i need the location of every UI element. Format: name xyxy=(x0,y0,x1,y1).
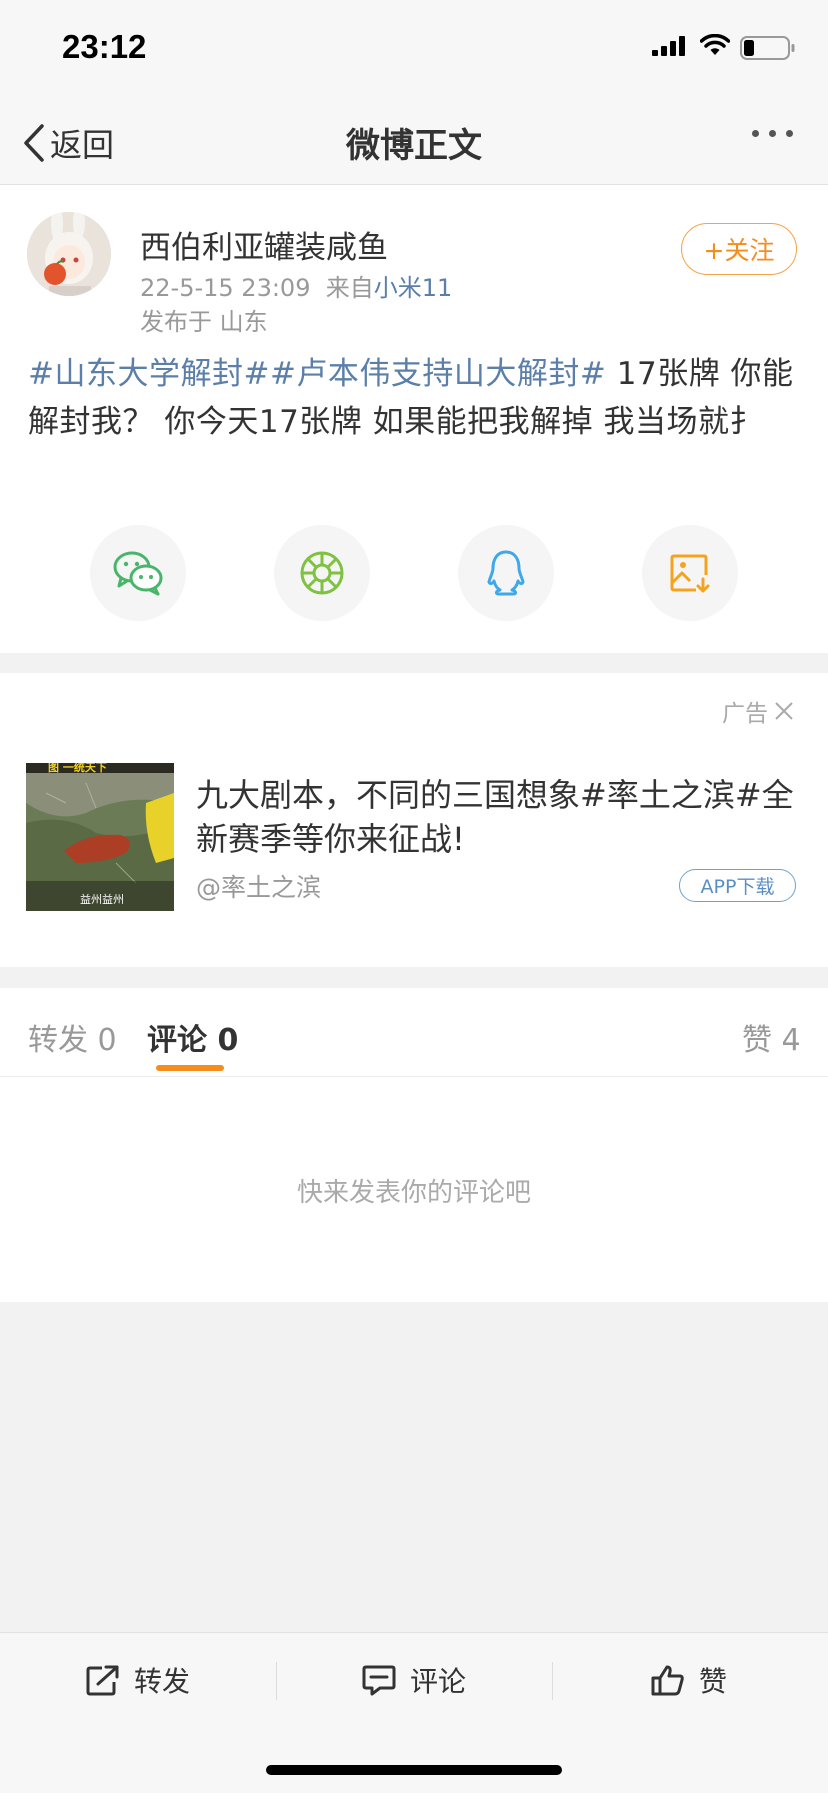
tab-repost[interactable]: 转发 0 xyxy=(28,1015,117,1059)
moments-icon xyxy=(300,551,344,595)
hashtag-link[interactable]: #山东大学解封# xyxy=(28,356,270,392)
save-image-button[interactable] xyxy=(642,525,738,621)
ad-author[interactable]: @率土之滨 xyxy=(196,868,321,904)
username[interactable]: 西伯利亚罐装咸鱼 xyxy=(140,222,388,267)
like-label: 赞 xyxy=(699,1665,728,1698)
tab-bar xyxy=(0,988,828,1077)
more-button[interactable] xyxy=(752,130,793,137)
battery-icon xyxy=(740,36,795,60)
ad-image-banner: 图 一统天下 xyxy=(48,763,107,774)
share-wechat-button[interactable] xyxy=(90,525,186,621)
hashtag-link[interactable]: #卢本伟支持山大解封# xyxy=(270,356,606,392)
ad-label[interactable]: 广告 xyxy=(722,694,794,728)
thumbs-up-icon xyxy=(651,1665,684,1696)
cellular-signal-icon xyxy=(652,36,685,56)
status-time: 23:12 xyxy=(62,28,147,65)
tab-repost-label: 转发 xyxy=(28,1023,88,1058)
empty-comments-text: 快来发表你的评论吧 xyxy=(296,1178,531,1208)
ad-image[interactable]: 图 一统天下 益州益州 xyxy=(26,763,174,911)
wifi-icon xyxy=(700,34,730,55)
source-prefix: 来自 xyxy=(325,274,374,302)
tab-like[interactable]: 赞 4 xyxy=(742,1015,801,1059)
avatar-image xyxy=(27,212,111,296)
share-icon xyxy=(86,1665,119,1696)
post-body: #山东大学解封##卢本伟支持山大解封# 17张牌 你能解封我？ 你今天17张牌 … xyxy=(28,350,798,446)
post-source[interactable]: 小米11 xyxy=(374,274,453,302)
app-download-button[interactable]: APP下载 xyxy=(679,869,796,902)
tab-like-label: 赞 xyxy=(742,1023,772,1058)
post-meta: 22-5-15 23:09 来自小米11 xyxy=(140,268,452,303)
page-title: 微博正文 xyxy=(346,126,482,166)
share-qq-button[interactable] xyxy=(458,525,554,621)
more-dot-icon xyxy=(769,130,776,137)
qq-icon xyxy=(487,550,525,596)
tab-comment-label: 评论 xyxy=(147,1023,207,1058)
ad-label-text: 广告 xyxy=(722,701,768,727)
tab-active-indicator xyxy=(156,1065,224,1071)
tab-like-count: 4 xyxy=(781,1023,801,1058)
share-moments-button[interactable] xyxy=(274,525,370,621)
comment-button[interactable]: 评论 xyxy=(362,1660,466,1700)
post-location: 发布于 山东 xyxy=(140,308,268,336)
repost-button[interactable]: 转发 xyxy=(86,1660,190,1700)
tab-comment[interactable]: 评论 0 xyxy=(147,1015,238,1059)
post-date: 22-5-15 23:09 xyxy=(140,274,311,302)
home-indicator[interactable] xyxy=(266,1765,562,1775)
more-dot-icon xyxy=(752,130,759,137)
repost-label: 转发 xyxy=(134,1665,191,1698)
comment-label: 评论 xyxy=(410,1665,467,1698)
save-image-icon xyxy=(670,554,710,593)
ad-title[interactable]: 九大剧本，不同的三国想象#率土之滨#全新赛季等你来征战! xyxy=(196,773,796,861)
more-dot-icon xyxy=(786,130,793,137)
close-icon[interactable] xyxy=(774,701,794,721)
wechat-icon xyxy=(113,551,163,596)
toolbar-divider xyxy=(276,1662,277,1700)
follow-button[interactable]: +关注 xyxy=(681,223,797,275)
comment-icon xyxy=(362,1665,396,1696)
like-button[interactable]: 赞 xyxy=(651,1660,727,1700)
ad-image-caption: 益州益州 xyxy=(80,892,124,906)
tab-repost-count: 0 xyxy=(97,1023,117,1058)
toolbar-divider xyxy=(552,1662,553,1700)
avatar[interactable] xyxy=(27,212,111,296)
tab-comment-count: 0 xyxy=(217,1023,239,1058)
